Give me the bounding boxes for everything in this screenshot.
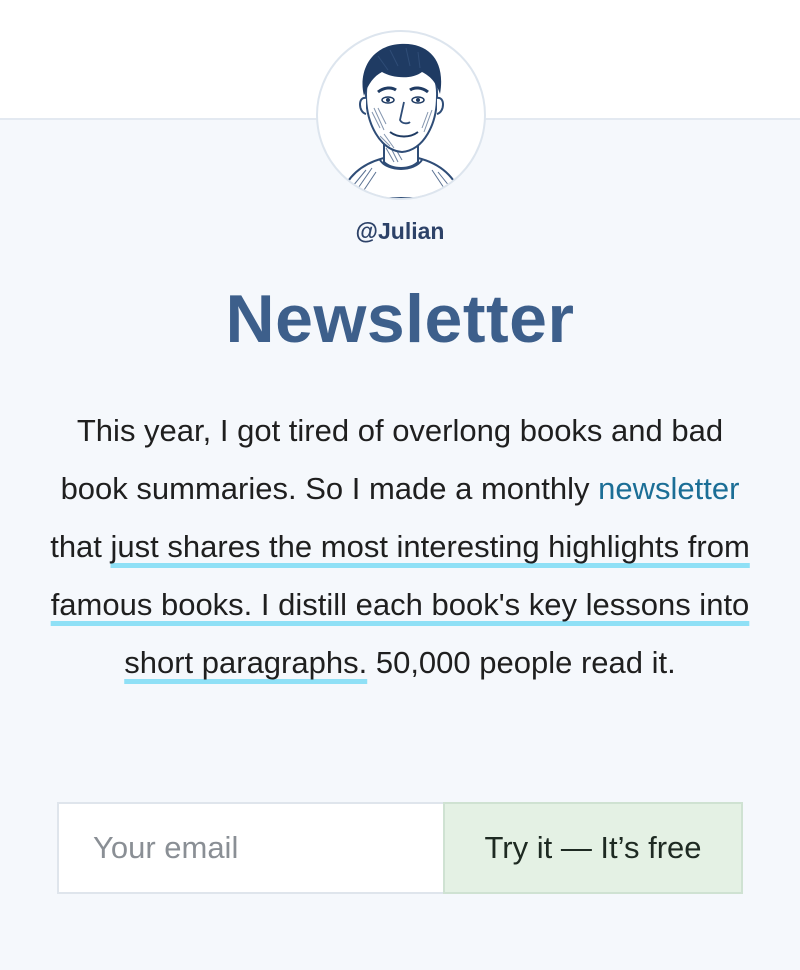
intro-text-that: that <box>50 529 111 564</box>
newsletter-link[interactable]: newsletter <box>598 471 739 506</box>
intro-paragraph: This year, I got tired of overlong books… <box>50 402 750 692</box>
avatar <box>316 30 486 200</box>
avatar-illustration <box>338 43 464 198</box>
username: @Julian <box>355 218 445 244</box>
try-it-free-button[interactable]: Try it — It’s free <box>443 802 743 894</box>
email-input[interactable] <box>57 802 443 894</box>
intro-text-end: 50,000 people read it. <box>367 645 676 680</box>
signup-form: Try it — It’s free <box>57 802 743 894</box>
page-title: Newsletter <box>225 281 575 357</box>
